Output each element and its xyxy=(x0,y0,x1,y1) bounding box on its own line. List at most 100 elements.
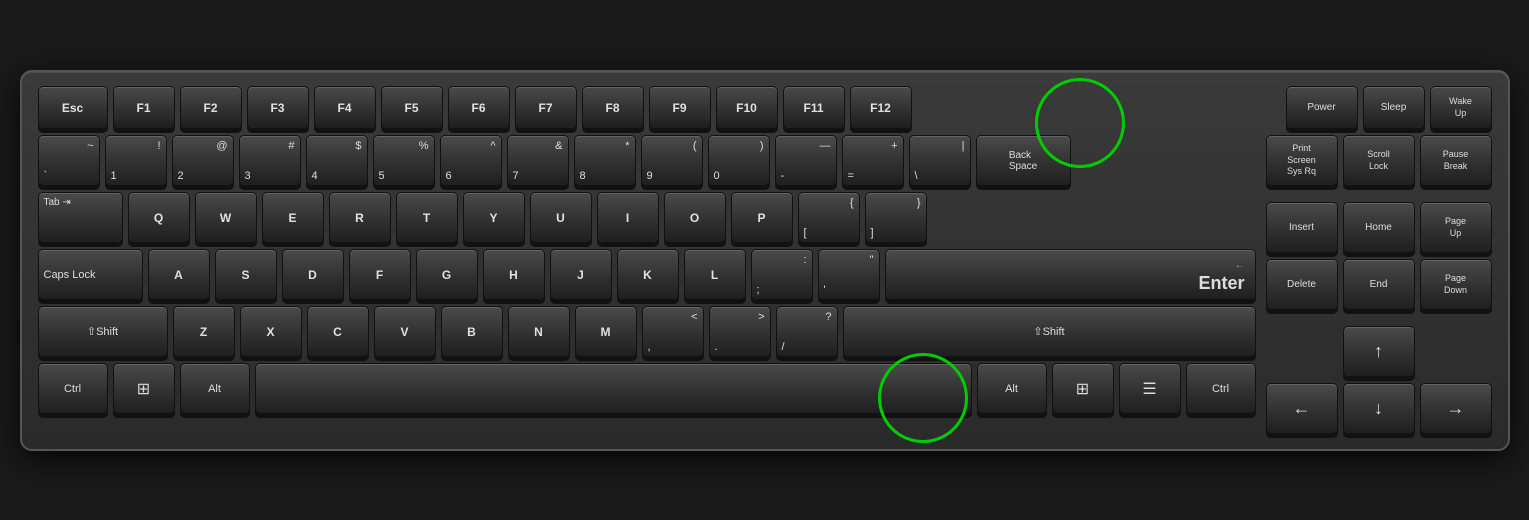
key-g[interactable]: G xyxy=(416,249,478,301)
key-r[interactable]: R xyxy=(329,192,391,244)
keyboard-wrapper: Esc F1 F2 F3 F4 F5 F6 F7 F8 F9 F10 F11 F… xyxy=(20,70,1510,451)
key-ctrl-left[interactable]: Ctrl xyxy=(38,363,108,415)
arrow-placeholder-left xyxy=(1266,326,1338,378)
key-5[interactable]: %5 xyxy=(373,135,435,187)
key-i[interactable]: I xyxy=(597,192,659,244)
key-d[interactable]: D xyxy=(282,249,344,301)
key-m[interactable]: M xyxy=(575,306,637,358)
key-1[interactable]: !1 xyxy=(105,135,167,187)
key-6[interactable]: ^6 xyxy=(440,135,502,187)
key-ctrl-right[interactable]: Ctrl xyxy=(1186,363,1256,415)
key-f7[interactable]: F7 xyxy=(515,86,577,130)
key-f12[interactable]: F12 xyxy=(850,86,912,130)
num-row: ~` !1 @2 #3 $4 %5 xyxy=(38,135,1256,187)
key-close-bracket[interactable]: }] xyxy=(865,192,927,244)
key-f9[interactable]: F9 xyxy=(649,86,711,130)
nav-top-row: PrintScreenSys Rq ScrollLock PauseBreak xyxy=(1266,135,1492,187)
key-a[interactable]: A xyxy=(148,249,210,301)
key-f1[interactable]: F1 xyxy=(113,86,175,130)
key-v[interactable]: V xyxy=(374,306,436,358)
key-alt-left[interactable]: Alt xyxy=(180,363,250,415)
arrow-spacer xyxy=(1266,316,1492,321)
key-wakeup[interactable]: WakeUp xyxy=(1430,86,1492,130)
key-scroll-lock[interactable]: ScrollLock xyxy=(1343,135,1415,187)
key-arrow-left[interactable]: ← xyxy=(1266,383,1338,435)
key-semicolon[interactable]: :; xyxy=(751,249,813,301)
key-insert[interactable]: Insert xyxy=(1266,202,1338,254)
key-c[interactable]: C xyxy=(307,306,369,358)
key-n[interactable]: N xyxy=(508,306,570,358)
key-win-right[interactable]: ⊞ xyxy=(1052,363,1114,415)
key-page-up[interactable]: PageUp xyxy=(1420,202,1492,254)
arrow-bottom: ← ↓ → xyxy=(1266,383,1492,435)
key-o[interactable]: O xyxy=(664,192,726,244)
key-0[interactable]: )0 xyxy=(708,135,770,187)
key-h[interactable]: H xyxy=(483,249,545,301)
key-b[interactable]: B xyxy=(441,306,503,358)
key-f4[interactable]: F4 xyxy=(314,86,376,130)
key-e[interactable]: E xyxy=(262,192,324,244)
key-arrow-down[interactable]: ↓ xyxy=(1343,383,1415,435)
key-open-bracket[interactable]: {[ xyxy=(798,192,860,244)
key-slash[interactable]: ?/ xyxy=(776,306,838,358)
key-w[interactable]: W xyxy=(195,192,257,244)
key-win-left[interactable]: ⊞ xyxy=(113,363,175,415)
key-shift-right[interactable]: ⇧Shift xyxy=(843,306,1256,358)
nav-mid-row1: Insert Home PageUp xyxy=(1266,202,1492,254)
key-tilde[interactable]: ~` xyxy=(38,135,100,187)
key-j[interactable]: J xyxy=(550,249,612,301)
key-f2[interactable]: F2 xyxy=(180,86,242,130)
key-2[interactable]: @2 xyxy=(172,135,234,187)
key-menu[interactable]: ☰ xyxy=(1119,363,1181,415)
key-arrow-up[interactable]: ↑ xyxy=(1343,326,1415,378)
key-y[interactable]: Y xyxy=(463,192,525,244)
key-equals[interactable]: += xyxy=(842,135,904,187)
nav-mid-row2: Delete End PageDown xyxy=(1266,259,1492,311)
key-8[interactable]: *8 xyxy=(574,135,636,187)
key-shift-left[interactable]: ⇧Shift xyxy=(38,306,168,358)
key-f5[interactable]: F5 xyxy=(381,86,443,130)
key-sleep[interactable]: Sleep xyxy=(1363,86,1425,130)
arrow-top: ↑ xyxy=(1266,326,1492,378)
key-tab[interactable]: Tab ⇥ xyxy=(38,192,123,244)
key-z[interactable]: Z xyxy=(173,306,235,358)
key-f10[interactable]: F10 xyxy=(716,86,778,130)
key-page-down[interactable]: PageDown xyxy=(1420,259,1492,311)
key-t[interactable]: T xyxy=(396,192,458,244)
key-f[interactable]: F xyxy=(349,249,411,301)
key-quote[interactable]: "' xyxy=(818,249,880,301)
key-delete[interactable]: Delete xyxy=(1266,259,1338,311)
key-k[interactable]: K xyxy=(617,249,679,301)
key-period[interactable]: >. xyxy=(709,306,771,358)
key-esc[interactable]: Esc xyxy=(38,86,108,130)
key-l[interactable]: L xyxy=(684,249,746,301)
key-backslash[interactable]: |\ xyxy=(909,135,971,187)
key-caps-lock[interactable]: Caps Lock xyxy=(38,249,143,301)
key-f8[interactable]: F8 xyxy=(582,86,644,130)
key-alt-right[interactable]: Alt xyxy=(977,363,1047,415)
key-s[interactable]: S xyxy=(215,249,277,301)
key-pause-break[interactable]: PauseBreak xyxy=(1420,135,1492,187)
key-home[interactable]: Home xyxy=(1343,202,1415,254)
key-enter[interactable]: ← Enter xyxy=(885,249,1256,301)
key-7[interactable]: &7 xyxy=(507,135,569,187)
key-p[interactable]: P xyxy=(731,192,793,244)
key-q[interactable]: Q xyxy=(128,192,190,244)
key-f3[interactable]: F3 xyxy=(247,86,309,130)
fn-row: Esc F1 F2 F3 F4 F5 F6 F7 F8 F9 F10 F11 F… xyxy=(38,86,1492,130)
key-power[interactable]: Power xyxy=(1286,86,1358,130)
key-f6[interactable]: F6 xyxy=(448,86,510,130)
key-x[interactable]: X xyxy=(240,306,302,358)
key-space[interactable] xyxy=(255,363,972,415)
key-u[interactable]: U xyxy=(530,192,592,244)
key-minus[interactable]: —- xyxy=(775,135,837,187)
key-f11[interactable]: F11 xyxy=(783,86,845,130)
key-end[interactable]: End xyxy=(1343,259,1415,311)
key-print-screen[interactable]: PrintScreenSys Rq xyxy=(1266,135,1338,187)
key-comma[interactable]: <, xyxy=(642,306,704,358)
key-4[interactable]: $4 xyxy=(306,135,368,187)
key-9[interactable]: (9 xyxy=(641,135,703,187)
key-3[interactable]: #3 xyxy=(239,135,301,187)
key-backspace[interactable]: BackSpace xyxy=(976,135,1071,187)
key-arrow-right[interactable]: → xyxy=(1420,383,1492,435)
